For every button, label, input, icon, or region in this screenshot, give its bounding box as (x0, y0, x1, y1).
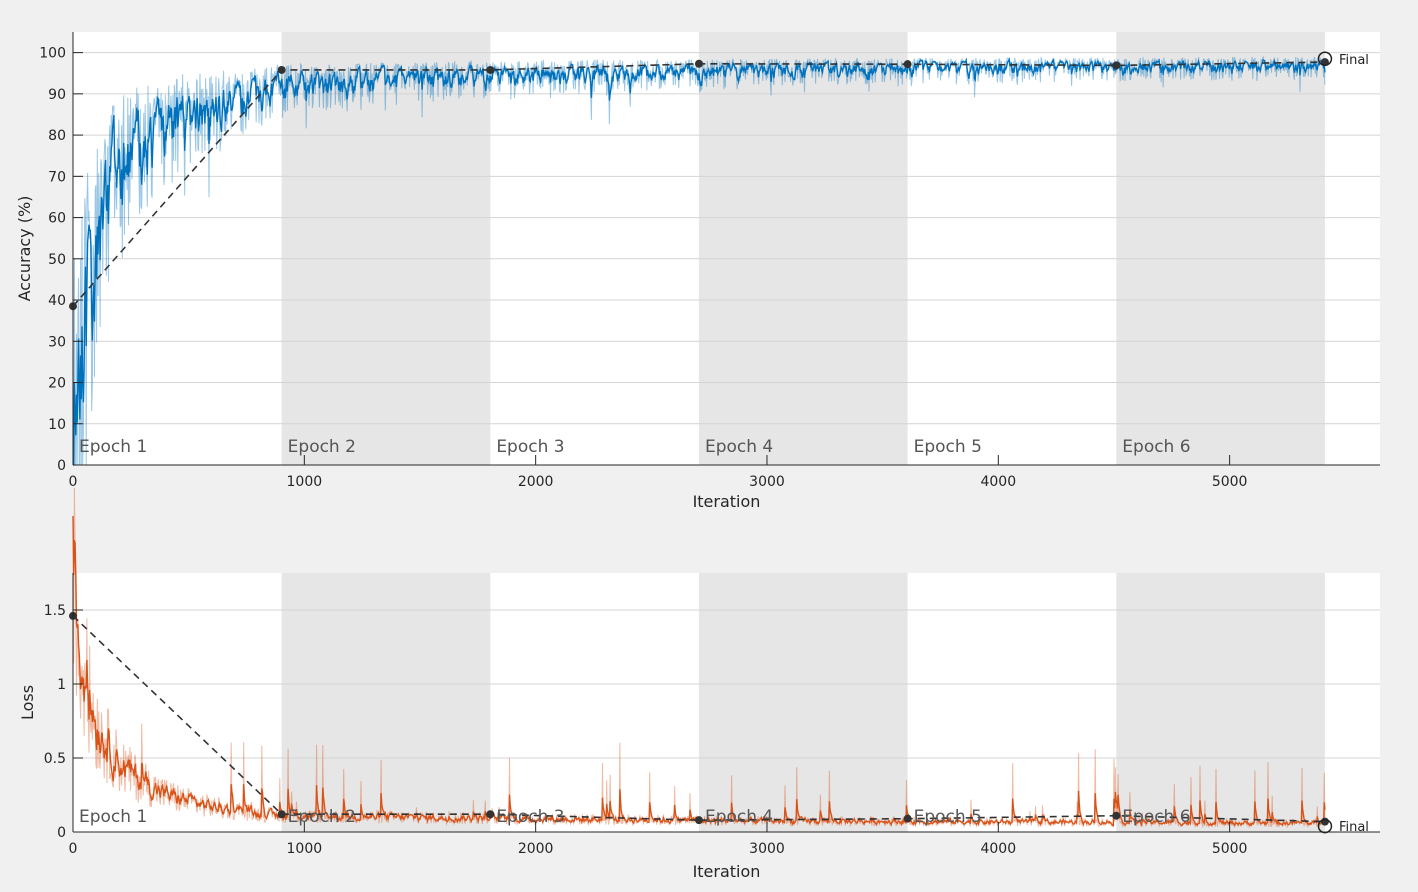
accuracy-x-tick-label: 1000 (287, 474, 323, 490)
accuracy-y-tick-label: 10 (48, 417, 66, 433)
accuracy-y-tick-label: 20 (48, 376, 66, 392)
loss-epoch-label: Epoch 2 (288, 807, 356, 827)
accuracy-validation-point (903, 60, 912, 69)
loss-x-tick-label: 4000 (980, 841, 1016, 857)
accuracy-y-axis-label: Accuracy (%) (15, 196, 34, 302)
accuracy-y-tick-label: 70 (48, 169, 66, 185)
loss-x-tick-label: 0 (69, 841, 78, 857)
accuracy-y-tick-label: 0 (57, 458, 66, 474)
accuracy-y-tick-label: 80 (48, 128, 66, 144)
loss-x-axis-label: Iteration (693, 862, 761, 881)
loss-plot: Final Epoch 1 Epoch 2 Epoch 3 Epoch 4 Epoch 5… (18, 487, 1380, 881)
accuracy-x-tick-label: 3000 (749, 474, 785, 490)
accuracy-epoch-band (698, 32, 908, 465)
loss-epoch-band (1116, 573, 1325, 832)
accuracy-epoch-label: Epoch 6 (1122, 437, 1190, 457)
accuracy-y-tick-label: 60 (48, 211, 66, 227)
loss-validation-point (486, 810, 495, 819)
accuracy-y-tick-label: 30 (48, 334, 66, 350)
accuracy-y-tick-label: 100 (39, 46, 66, 62)
accuracy-epoch-label: Epoch 3 (496, 437, 564, 457)
loss-epoch-label: Epoch 4 (705, 807, 773, 827)
accuracy-plot: Final Epoch 1 Epoch 2 Epoch 3 Epoch 4 Epoch 5… (15, 32, 1380, 511)
accuracy-validation-point (694, 59, 703, 68)
loss-y-tick-label: 0 (57, 825, 66, 841)
loss-epoch-label: Epoch 3 (496, 807, 564, 827)
loss-y-axis-label: Loss (18, 685, 37, 720)
accuracy-x-tick-label: 2000 (518, 474, 554, 490)
accuracy-x-tick-label: 5000 (1212, 474, 1248, 490)
loss-epoch-label: Epoch 6 (1122, 807, 1190, 827)
loss-x-tick-label: 2000 (518, 841, 554, 857)
training-progress-figure: Final Epoch 1 Epoch 2 Epoch 3 Epoch 4 Epoch 5… (15, 32, 1380, 881)
loss-validation-point (277, 810, 286, 819)
accuracy-epoch-label: Epoch 2 (288, 437, 356, 457)
accuracy-y-tick-label: 40 (48, 293, 66, 309)
accuracy-epoch-band (1116, 32, 1325, 465)
loss-y-tick-label: 1 (57, 677, 66, 693)
accuracy-validation-point (486, 65, 495, 74)
loss-y-tick-label: 1.5 (44, 603, 66, 619)
loss-y-tick-label: 0.5 (44, 751, 66, 767)
loss-x-tick-label: 5000 (1212, 841, 1248, 857)
accuracy-x-tick-label: 0 (69, 474, 78, 490)
accuracy-epoch-label: Epoch 4 (705, 437, 773, 457)
loss-epoch-band (281, 573, 491, 832)
accuracy-validation-point (1112, 61, 1121, 70)
loss-validation-point (903, 814, 912, 823)
accuracy-epoch-label: Epoch 5 (914, 437, 982, 457)
accuracy-x-axis-label: Iteration (693, 492, 761, 511)
loss-final-label: Final (1339, 820, 1369, 835)
accuracy-epoch-label: Epoch 1 (79, 437, 147, 457)
loss-epoch-label: Epoch 5 (914, 807, 982, 827)
loss-epoch-band (698, 573, 908, 832)
loss-validation-point (1112, 811, 1121, 820)
loss-epoch-label: Epoch 1 (79, 807, 147, 827)
accuracy-y-tick-label: 90 (48, 87, 66, 103)
loss-x-tick-label: 3000 (749, 841, 785, 857)
accuracy-validation-point (277, 65, 286, 74)
loss-validation-point (694, 816, 703, 825)
accuracy-final-label: Final (1339, 53, 1369, 68)
loss-x-tick-label: 1000 (287, 841, 323, 857)
accuracy-y-tick-label: 50 (48, 252, 66, 268)
accuracy-x-tick-label: 4000 (980, 474, 1016, 490)
